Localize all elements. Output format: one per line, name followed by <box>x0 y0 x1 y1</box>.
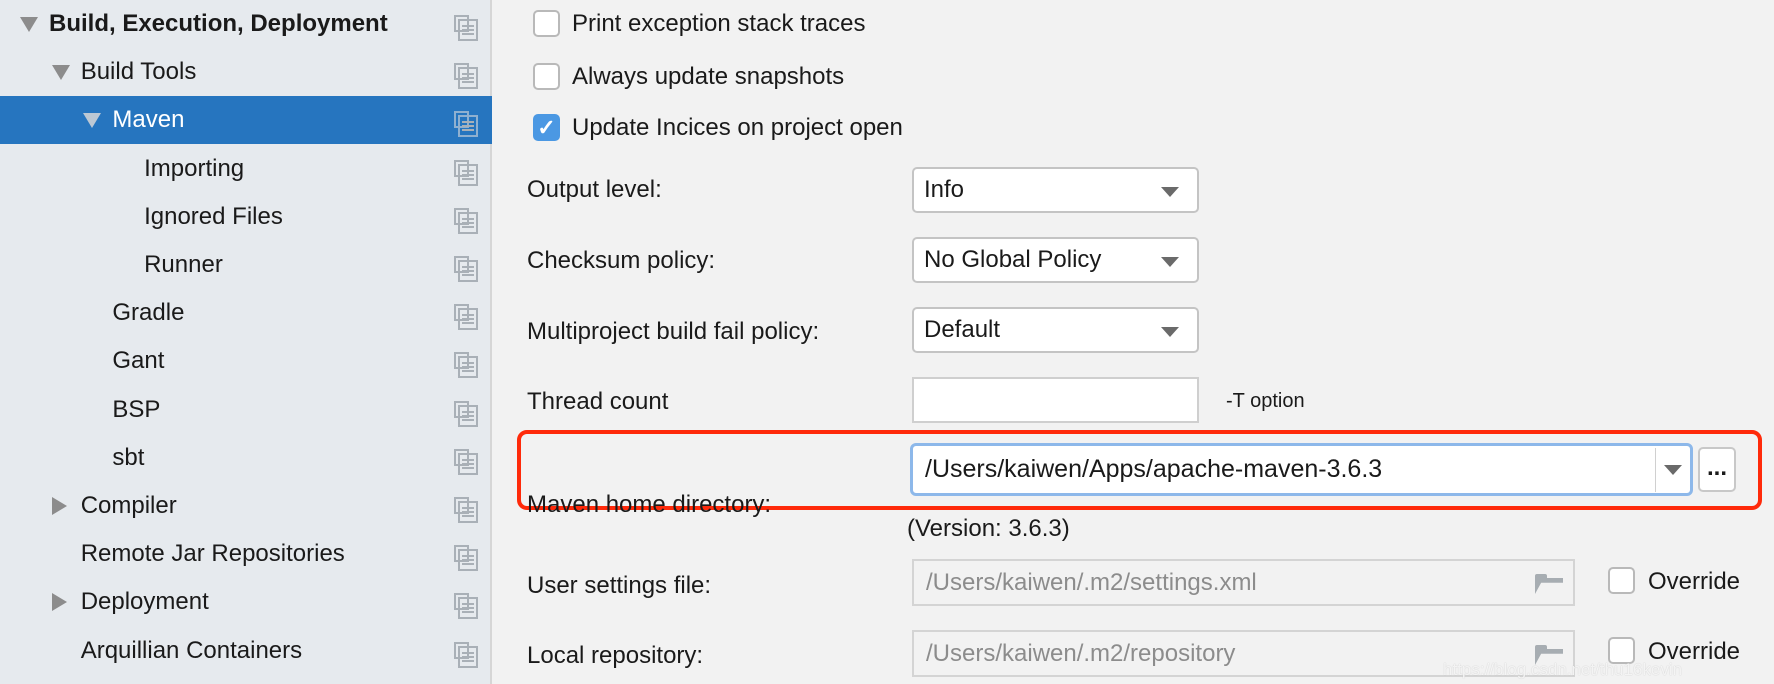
sidebar-item-label: Importing <box>144 154 245 182</box>
user-settings-label: User settings file: <box>527 572 712 599</box>
chevron-down-icon <box>1161 327 1179 337</box>
local-repo-value: /Users/kaiwen/.m2/repository <box>926 639 1236 667</box>
user-settings-field[interactable]: /Users/kaiwen/.m2/settings.xml <box>912 559 1575 606</box>
print-stack-traces-checkbox[interactable] <box>533 10 560 37</box>
sidebar-item-label: Deployment <box>80 588 209 616</box>
sidebar-item-gradle[interactable]: Gradle <box>0 289 492 337</box>
fail-policy-value: Default <box>924 316 1001 343</box>
sidebar-item-label: Gant <box>112 347 165 375</box>
sidebar-item-importing[interactable]: Importing <box>0 145 492 193</box>
sidebar-item-runner[interactable]: Runner <box>0 241 492 289</box>
update-indices-label: Update Incices on project open <box>572 114 903 141</box>
sidebar-item-arquillian-containers[interactable]: Arquillian Containers <box>0 627 492 675</box>
sidebar-item-label: Build, Execution, Deployment <box>49 10 388 37</box>
local-repo-label: Local repository: <box>527 642 704 669</box>
sidebar-item-bsp[interactable]: BSP <box>0 386 492 434</box>
sidebar-item-gant[interactable]: Gant <box>0 337 492 385</box>
output-level-value: Info <box>924 176 965 203</box>
project-settings-icon <box>454 63 478 90</box>
sidebar-item-label: Build Tools <box>80 58 197 86</box>
collapse-arrow-icon[interactable] <box>51 65 70 81</box>
output-level-label: Output level: <box>527 176 662 203</box>
watermark: https://blog.csdn.net/thu16kevin <box>1443 660 1683 679</box>
collapse-arrow-icon[interactable] <box>83 113 102 129</box>
maven-home-label: Maven home directory: <box>527 491 772 518</box>
checksum-policy-dropdown[interactable]: No Global Policy <box>912 237 1199 283</box>
update-indices-checkbox[interactable]: ✓ <box>533 114 560 141</box>
checksum-policy-value: No Global Policy <box>924 246 1102 273</box>
project-settings-icon <box>454 400 478 427</box>
chevron-down-icon <box>1161 187 1179 197</box>
project-settings-icon <box>454 593 478 620</box>
project-settings-icon <box>454 207 478 234</box>
output-level-dropdown[interactable]: Info <box>912 167 1199 213</box>
project-settings-icon <box>454 352 478 379</box>
always-update-snapshots-checkbox[interactable] <box>533 63 560 90</box>
maven-version: (Version: 3.6.3) <box>907 515 1070 542</box>
browse-button[interactable]: ... <box>1698 447 1736 492</box>
thread-count-input[interactable] <box>912 377 1199 423</box>
sidebar-item-label: Maven <box>112 106 185 134</box>
expand-arrow-icon[interactable] <box>51 497 67 515</box>
collapse-arrow-icon[interactable] <box>20 17 38 32</box>
print-stack-traces-label: Print exception stack traces <box>572 10 866 37</box>
sidebar-item-label: Gradle <box>112 299 185 327</box>
project-settings-icon <box>454 304 478 331</box>
project-settings-icon <box>454 111 478 138</box>
sidebar-item-label: Compiler <box>80 492 177 519</box>
fail-policy-dropdown[interactable]: Default <box>912 307 1199 353</box>
project-settings-icon <box>454 545 478 572</box>
maven-home-combobox[interactable]: /Users/kaiwen/Apps/apache-maven-3.6.3 <box>910 443 1693 496</box>
user-settings-override-checkbox[interactable] <box>1608 567 1635 594</box>
project-settings-icon <box>454 641 478 668</box>
user-settings-override-label: Override <box>1648 568 1741 595</box>
settings-tree: Build, Execution, Deployment Build Tools M… <box>0 0 492 684</box>
maven-home-value: /Users/kaiwen/Apps/apache-maven-3.6.3 <box>925 455 1383 483</box>
sidebar-item-build-tools[interactable]: Build Tools <box>0 48 492 96</box>
checksum-policy-label: Checksum policy: <box>527 247 716 274</box>
sidebar-item-deployment[interactable]: Deployment <box>0 578 492 626</box>
project-settings-icon <box>454 448 478 475</box>
sidebar-item-label: Arquillian Containers <box>80 636 303 664</box>
sidebar-item-compiler[interactable]: Compiler <box>0 482 492 530</box>
project-settings-icon <box>454 497 478 523</box>
project-settings-icon <box>454 256 478 282</box>
checkmark-icon: ✓ <box>537 115 556 140</box>
thread-count-label: Thread count <box>527 388 669 415</box>
sidebar-item-sbt[interactable]: sbt <box>0 434 492 482</box>
sidebar-item-remote-jar-repositories[interactable]: Remote Jar Repositories <box>0 530 492 578</box>
sidebar-item-label: Remote Jar Repositories <box>80 540 345 568</box>
sidebar-item-label: sbt <box>112 443 145 471</box>
project-settings-icon <box>454 159 478 186</box>
expand-arrow-icon[interactable] <box>51 593 67 612</box>
divider <box>1655 448 1656 492</box>
fail-policy-label: Multiproject build fail policy: <box>527 318 820 345</box>
folder-icon[interactable] <box>1535 574 1563 594</box>
sidebar-item-label: BSP <box>112 395 161 423</box>
always-update-snapshots-label: Always update snapshots <box>572 63 845 90</box>
sidebar-item-ignored-files[interactable]: Ignored Files <box>0 193 492 241</box>
sidebar-item-label: Runner <box>144 251 223 278</box>
chevron-down-icon <box>1161 257 1179 267</box>
chevron-down-icon[interactable] <box>1664 465 1682 475</box>
project-settings-icon <box>454 15 478 41</box>
user-settings-value: /Users/kaiwen/.m2/settings.xml <box>926 568 1257 596</box>
sidebar-item-label: Ignored Files <box>144 202 283 230</box>
thread-count-hint: -T option <box>1226 390 1305 412</box>
sidebar-item-maven[interactable]: Maven <box>0 96 492 145</box>
sidebar-item-build-execution-deployment[interactable]: Build, Execution, Deployment <box>0 0 492 48</box>
